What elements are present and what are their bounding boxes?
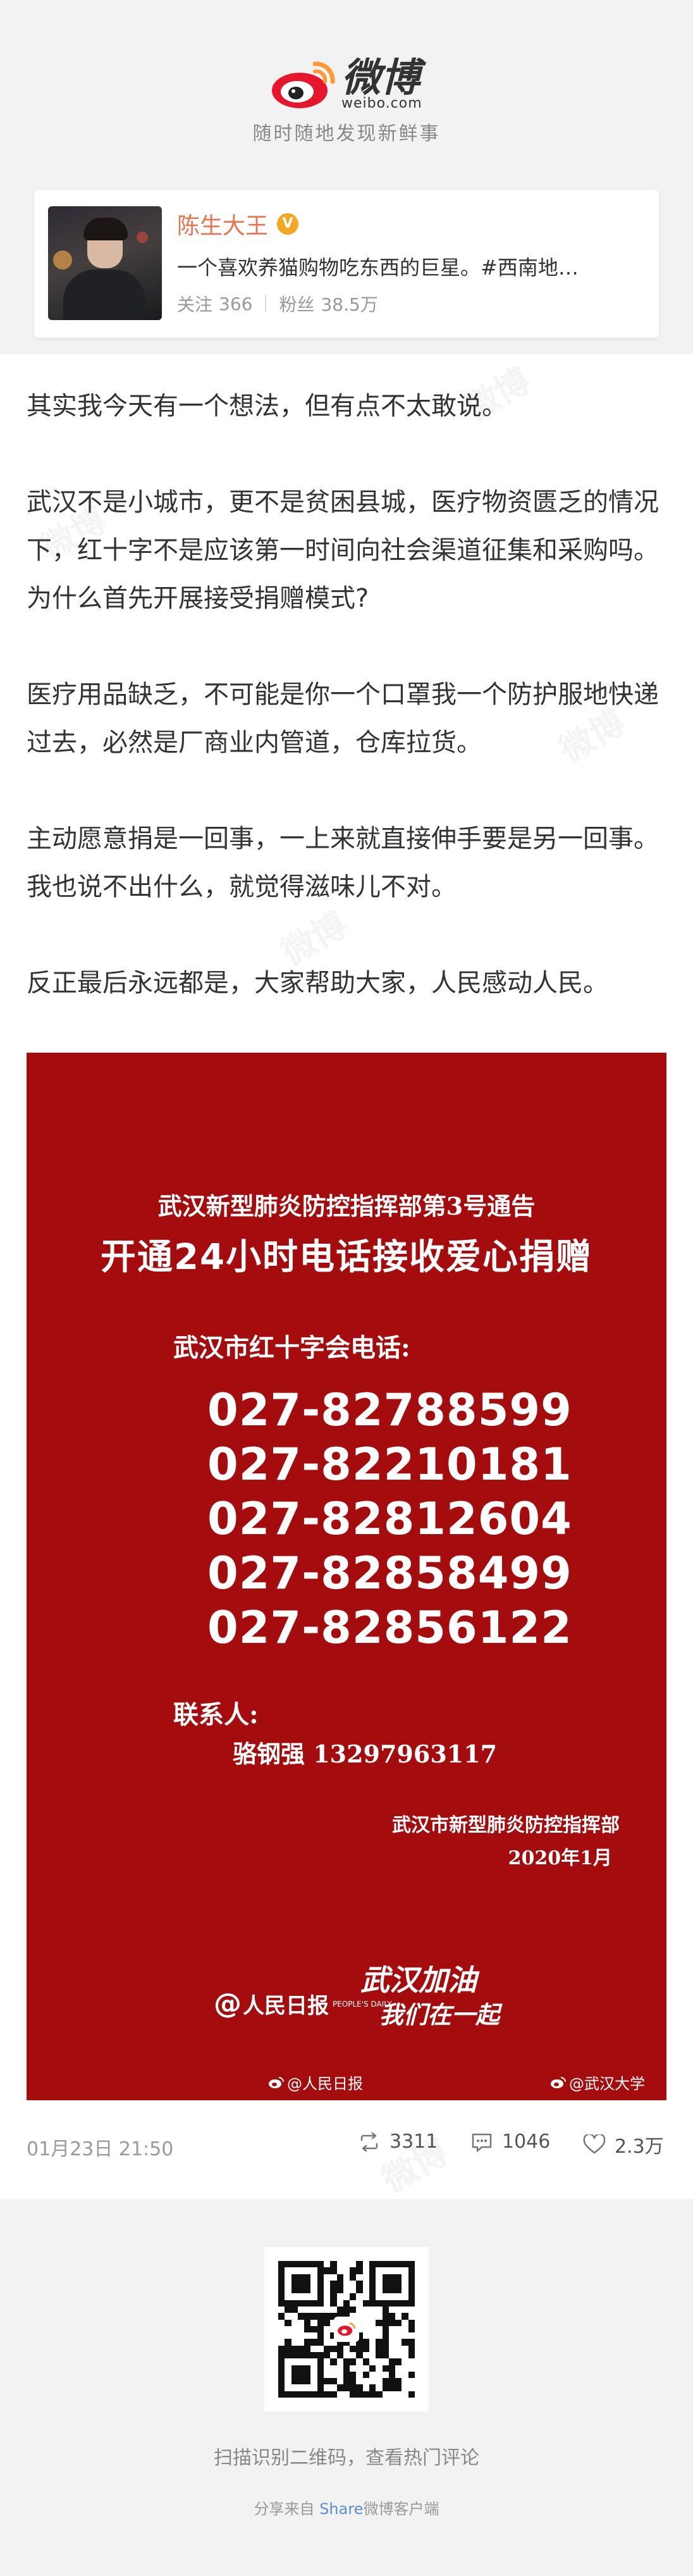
poster-contact-label: 联系人: [173,1700,259,1730]
avatar[interactable] [48,206,162,320]
watermark-left-text: @人民日报 [287,2075,363,2093]
poster-title: 开通24小时电话接收爱心捐赠 [101,1237,592,1278]
weibo-eye-icon [271,59,336,111]
comment-button[interactable]: 1046 [470,2131,550,2153]
poster-slogan-line1: 武汉加油 [360,1963,477,1997]
poster-subtitle: 武汉新型肺炎防控指挥部第3号通告 [157,1192,536,1220]
post-paragraph: 武汉不是小城市，更不是贫困县城，医疗物资匮乏的情况下，红十字不是应该第一时间向社… [27,488,659,613]
post-paragraph: 医疗用品缺乏，不可能是你一个口罩我一个防护服地快递过去，必然是厂商业内管道，仓库… [27,680,659,757]
post-image[interactable]: 武汉新型肺炎防控指挥部第3号通告 开通24小时电话接收爱心捐赠 武汉市红十字会电… [27,1053,666,2100]
profile-stats: 关注 366 粉丝 38.5万 [177,291,378,316]
weibo-qr-center-icon [334,2317,359,2342]
slogan: 随时随地发现新鲜事 [252,123,441,145]
poster-org: 武汉市新型肺炎防控指挥部 [392,1814,620,1836]
repost-count: 3311 [389,2131,438,2153]
peoples-daily-name: 人民日报 [243,1993,329,2019]
profile-name-row[interactable]: 陈生大王 V [177,207,299,240]
stats-divider [265,295,267,313]
poster-phone: 027-82210181 [207,1439,572,1490]
comment-count: 1046 [502,2131,551,2153]
poster-phone: 027-82788599 [207,1384,572,1436]
page-header: 微博 weibo.com 随时随地发现新鲜事 [0,0,693,183]
poster-slogan-line2: 我们在一起 [379,2000,500,2029]
poster-contact-person: 骆钢强 13297963117 [233,1740,498,1768]
post-date: 01月23日 21:50 [27,2138,174,2160]
poster-redcross-label: 武汉市红十字会电话: [173,1333,410,1363]
watermark-right-text: @武汉大学 [569,2075,645,2093]
logo-chinese: 微博 [341,54,420,101]
poster-phone: 027-82856122 [207,1602,572,1654]
share-link[interactable]: Share [319,2500,363,2518]
share-prefix: 分享来自 [254,2500,315,2518]
profile-card[interactable]: 陈生大王 V 一个喜欢养猫购物吃东西的巨星。#西南地… 关注 366 粉丝 38… [34,190,659,338]
heart-icon [583,2134,606,2154]
verified-icon: V [277,213,299,235]
poster-date: 2020年1月 [508,1847,612,1869]
repost-icon [360,2132,378,2152]
post-paragraph: 反正最后永远都是，大家帮助大家，人民感动人民。 [27,969,608,998]
weibo-mini-icon [551,2076,566,2088]
share-suffix: 微博客户端 [363,2500,439,2518]
logo-domain: weibo.com [341,96,422,111]
post-content: 微博 微博 微博 微博 微博 其实我今天有一个想法，但有点不太敢说。 武汉不是小… [0,354,693,2200]
image-watermark-left: @人民日报 [268,2071,363,2093]
share-source: 分享来自 Share微博客户端 [0,2496,693,2518]
post-paragraph: 主动愿意捐是一回事，一上来就直接伸手要是另一回事。我也说不出什么，就觉得滋味儿不… [27,824,659,901]
weibo-mini-icon [269,2076,284,2088]
qr-tip: 扫描识别二维码，查看热门评论 [214,2447,479,2469]
following-count: 366 [219,293,253,314]
poster-phone: 027-82812604 [207,1493,572,1545]
like-button[interactable]: 2.3万 [583,2131,664,2158]
weibo-logo[interactable]: 微博 weibo.com [271,58,422,111]
qr-code[interactable] [264,2247,429,2412]
comment-icon [472,2133,492,2152]
image-watermark-right: @武汉大学 [550,2071,645,2093]
profile-bio: 一个喜欢养猫购物吃东西的巨星。#西南地… [177,256,579,280]
poster-phone: 027-82858499 [207,1547,572,1599]
following-label: 关注 [177,294,213,315]
profile-name[interactable]: 陈生大王 [177,207,268,240]
at-icon: @ [214,1988,242,2020]
qr-code-grid [278,2261,415,2398]
repost-button[interactable]: 3311 [358,2131,438,2153]
post-paragraph: 其实我今天有一个想法，但有点不太敢说。 [27,392,507,421]
followers-count: 38.5万 [321,294,378,315]
post-stats: 01月23日 21:50 3311 1046 2.3万 [0,2131,693,2166]
followers-label: 粉丝 [279,294,315,315]
like-count: 2.3万 [615,2136,664,2158]
